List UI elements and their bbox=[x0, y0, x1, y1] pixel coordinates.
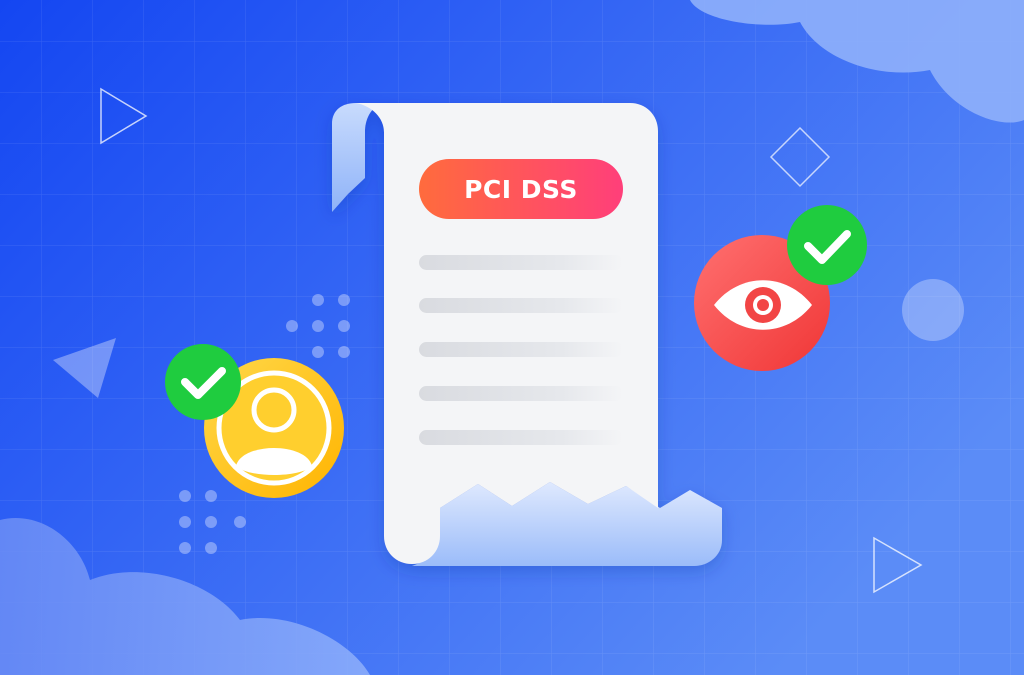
illustration-scene: PCI DSS bbox=[0, 0, 1024, 675]
document-line bbox=[419, 386, 623, 401]
pci-dss-badge-label: PCI DSS bbox=[464, 175, 578, 204]
check-icon bbox=[165, 344, 241, 420]
document-line bbox=[419, 255, 623, 270]
pci-dss-badge: PCI DSS bbox=[419, 159, 623, 219]
document-line bbox=[419, 430, 623, 445]
check-icon bbox=[787, 205, 867, 285]
document-line bbox=[419, 298, 623, 313]
document-line bbox=[419, 342, 623, 357]
circle-decoration-right bbox=[902, 279, 964, 341]
illustration-canvas: PCI DSS bbox=[0, 0, 1024, 675]
